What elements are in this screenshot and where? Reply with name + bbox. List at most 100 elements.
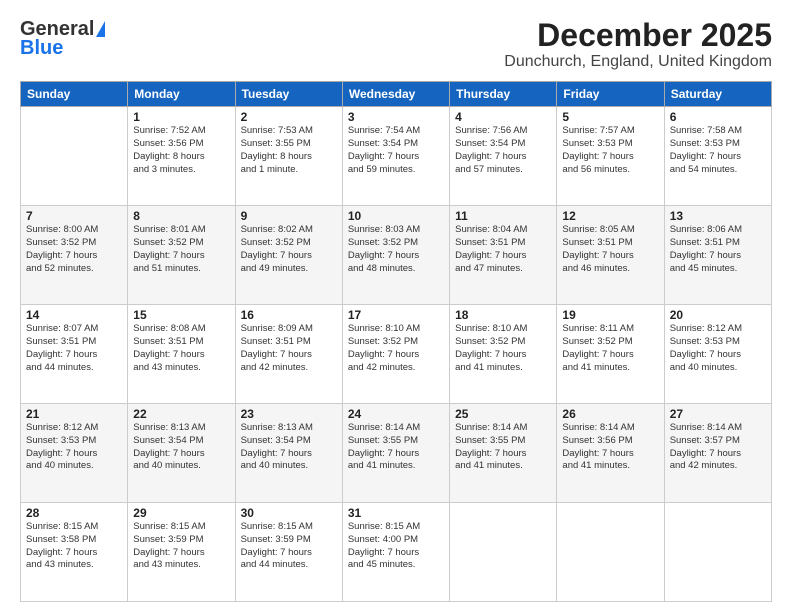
month-title: December 2025 [504,18,772,53]
day-number: 7 [26,209,122,223]
calendar-cell: 2Sunrise: 7:53 AMSunset: 3:55 PMDaylight… [235,107,342,206]
day-number: 29 [133,506,229,520]
calendar-cell: 23Sunrise: 8:13 AMSunset: 3:54 PMDayligh… [235,404,342,503]
calendar-week-row: 28Sunrise: 8:15 AMSunset: 3:58 PMDayligh… [21,503,772,602]
calendar-cell: 4Sunrise: 7:56 AMSunset: 3:54 PMDaylight… [450,107,557,206]
calendar-header-friday: Friday [557,82,664,107]
calendar-cell [557,503,664,602]
day-number: 13 [670,209,766,223]
day-number: 28 [26,506,122,520]
day-number: 6 [670,110,766,124]
calendar-header-sunday: Sunday [21,82,128,107]
calendar-cell [21,107,128,206]
calendar-header-wednesday: Wednesday [342,82,449,107]
calendar-week-row: 7Sunrise: 8:00 AMSunset: 3:52 PMDaylight… [21,206,772,305]
calendar-cell: 12Sunrise: 8:05 AMSunset: 3:51 PMDayligh… [557,206,664,305]
page: General Blue December 2025 Dunchurch, En… [0,0,792,612]
calendar-header-saturday: Saturday [664,82,771,107]
day-info: Sunrise: 8:15 AMSunset: 3:59 PMDaylight:… [241,521,337,572]
day-info: Sunrise: 8:01 AMSunset: 3:52 PMDaylight:… [133,224,229,275]
day-number: 17 [348,308,444,322]
day-info: Sunrise: 8:12 AMSunset: 3:53 PMDaylight:… [670,323,766,374]
calendar-cell: 17Sunrise: 8:10 AMSunset: 3:52 PMDayligh… [342,305,449,404]
calendar-cell: 5Sunrise: 7:57 AMSunset: 3:53 PMDaylight… [557,107,664,206]
day-info: Sunrise: 7:57 AMSunset: 3:53 PMDaylight:… [562,125,658,176]
day-number: 11 [455,209,551,223]
day-number: 27 [670,407,766,421]
day-number: 23 [241,407,337,421]
calendar-header-row: SundayMondayTuesdayWednesdayThursdayFrid… [21,82,772,107]
calendar-table: SundayMondayTuesdayWednesdayThursdayFrid… [20,81,772,602]
calendar-cell: 29Sunrise: 8:15 AMSunset: 3:59 PMDayligh… [128,503,235,602]
calendar-cell: 24Sunrise: 8:14 AMSunset: 3:55 PMDayligh… [342,404,449,503]
day-info: Sunrise: 8:05 AMSunset: 3:51 PMDaylight:… [562,224,658,275]
day-info: Sunrise: 8:15 AMSunset: 4:00 PMDaylight:… [348,521,444,572]
calendar-cell: 19Sunrise: 8:11 AMSunset: 3:52 PMDayligh… [557,305,664,404]
calendar-cell: 28Sunrise: 8:15 AMSunset: 3:58 PMDayligh… [21,503,128,602]
day-number: 21 [26,407,122,421]
day-info: Sunrise: 8:10 AMSunset: 3:52 PMDaylight:… [455,323,551,374]
location: Dunchurch, England, United Kingdom [504,53,772,71]
header: General Blue December 2025 Dunchurch, En… [20,18,772,71]
day-info: Sunrise: 8:13 AMSunset: 3:54 PMDaylight:… [241,422,337,473]
calendar-cell: 31Sunrise: 8:15 AMSunset: 4:00 PMDayligh… [342,503,449,602]
calendar-cell: 3Sunrise: 7:54 AMSunset: 3:54 PMDaylight… [342,107,449,206]
calendar-cell: 13Sunrise: 8:06 AMSunset: 3:51 PMDayligh… [664,206,771,305]
calendar-header-monday: Monday [128,82,235,107]
calendar-cell: 27Sunrise: 8:14 AMSunset: 3:57 PMDayligh… [664,404,771,503]
day-number: 2 [241,110,337,124]
day-number: 5 [562,110,658,124]
day-number: 18 [455,308,551,322]
calendar-cell: 25Sunrise: 8:14 AMSunset: 3:55 PMDayligh… [450,404,557,503]
day-info: Sunrise: 7:52 AMSunset: 3:56 PMDaylight:… [133,125,229,176]
day-info: Sunrise: 8:13 AMSunset: 3:54 PMDaylight:… [133,422,229,473]
calendar-cell: 15Sunrise: 8:08 AMSunset: 3:51 PMDayligh… [128,305,235,404]
day-info: Sunrise: 8:03 AMSunset: 3:52 PMDaylight:… [348,224,444,275]
calendar-cell [664,503,771,602]
day-info: Sunrise: 8:14 AMSunset: 3:55 PMDaylight:… [348,422,444,473]
calendar-week-row: 21Sunrise: 8:12 AMSunset: 3:53 PMDayligh… [21,404,772,503]
day-info: Sunrise: 8:11 AMSunset: 3:52 PMDaylight:… [562,323,658,374]
logo: General Blue [20,18,105,60]
day-info: Sunrise: 8:09 AMSunset: 3:51 PMDaylight:… [241,323,337,374]
day-info: Sunrise: 8:00 AMSunset: 3:52 PMDaylight:… [26,224,122,275]
day-number: 31 [348,506,444,520]
day-info: Sunrise: 8:12 AMSunset: 3:53 PMDaylight:… [26,422,122,473]
calendar-cell: 9Sunrise: 8:02 AMSunset: 3:52 PMDaylight… [235,206,342,305]
day-number: 26 [562,407,658,421]
day-number: 3 [348,110,444,124]
day-info: Sunrise: 8:14 AMSunset: 3:57 PMDaylight:… [670,422,766,473]
calendar-cell: 26Sunrise: 8:14 AMSunset: 3:56 PMDayligh… [557,404,664,503]
day-number: 24 [348,407,444,421]
calendar-cell [450,503,557,602]
calendar-header-tuesday: Tuesday [235,82,342,107]
day-number: 30 [241,506,337,520]
day-number: 22 [133,407,229,421]
day-info: Sunrise: 8:10 AMSunset: 3:52 PMDaylight:… [348,323,444,374]
logo-blue: Blue [20,37,63,60]
day-info: Sunrise: 8:07 AMSunset: 3:51 PMDaylight:… [26,323,122,374]
day-number: 19 [562,308,658,322]
calendar-cell: 10Sunrise: 8:03 AMSunset: 3:52 PMDayligh… [342,206,449,305]
day-number: 12 [562,209,658,223]
calendar-week-row: 14Sunrise: 8:07 AMSunset: 3:51 PMDayligh… [21,305,772,404]
day-info: Sunrise: 7:54 AMSunset: 3:54 PMDaylight:… [348,125,444,176]
logo-triangle-icon [96,21,105,37]
calendar-cell: 8Sunrise: 8:01 AMSunset: 3:52 PMDaylight… [128,206,235,305]
calendar-cell: 20Sunrise: 8:12 AMSunset: 3:53 PMDayligh… [664,305,771,404]
day-info: Sunrise: 8:08 AMSunset: 3:51 PMDaylight:… [133,323,229,374]
day-number: 16 [241,308,337,322]
day-number: 14 [26,308,122,322]
day-number: 4 [455,110,551,124]
calendar-cell: 14Sunrise: 8:07 AMSunset: 3:51 PMDayligh… [21,305,128,404]
day-info: Sunrise: 8:06 AMSunset: 3:51 PMDaylight:… [670,224,766,275]
day-number: 25 [455,407,551,421]
day-number: 1 [133,110,229,124]
day-info: Sunrise: 8:14 AMSunset: 3:55 PMDaylight:… [455,422,551,473]
day-info: Sunrise: 8:02 AMSunset: 3:52 PMDaylight:… [241,224,337,275]
day-number: 8 [133,209,229,223]
calendar-cell: 1Sunrise: 7:52 AMSunset: 3:56 PMDaylight… [128,107,235,206]
day-number: 10 [348,209,444,223]
day-info: Sunrise: 7:56 AMSunset: 3:54 PMDaylight:… [455,125,551,176]
day-info: Sunrise: 8:15 AMSunset: 3:59 PMDaylight:… [133,521,229,572]
